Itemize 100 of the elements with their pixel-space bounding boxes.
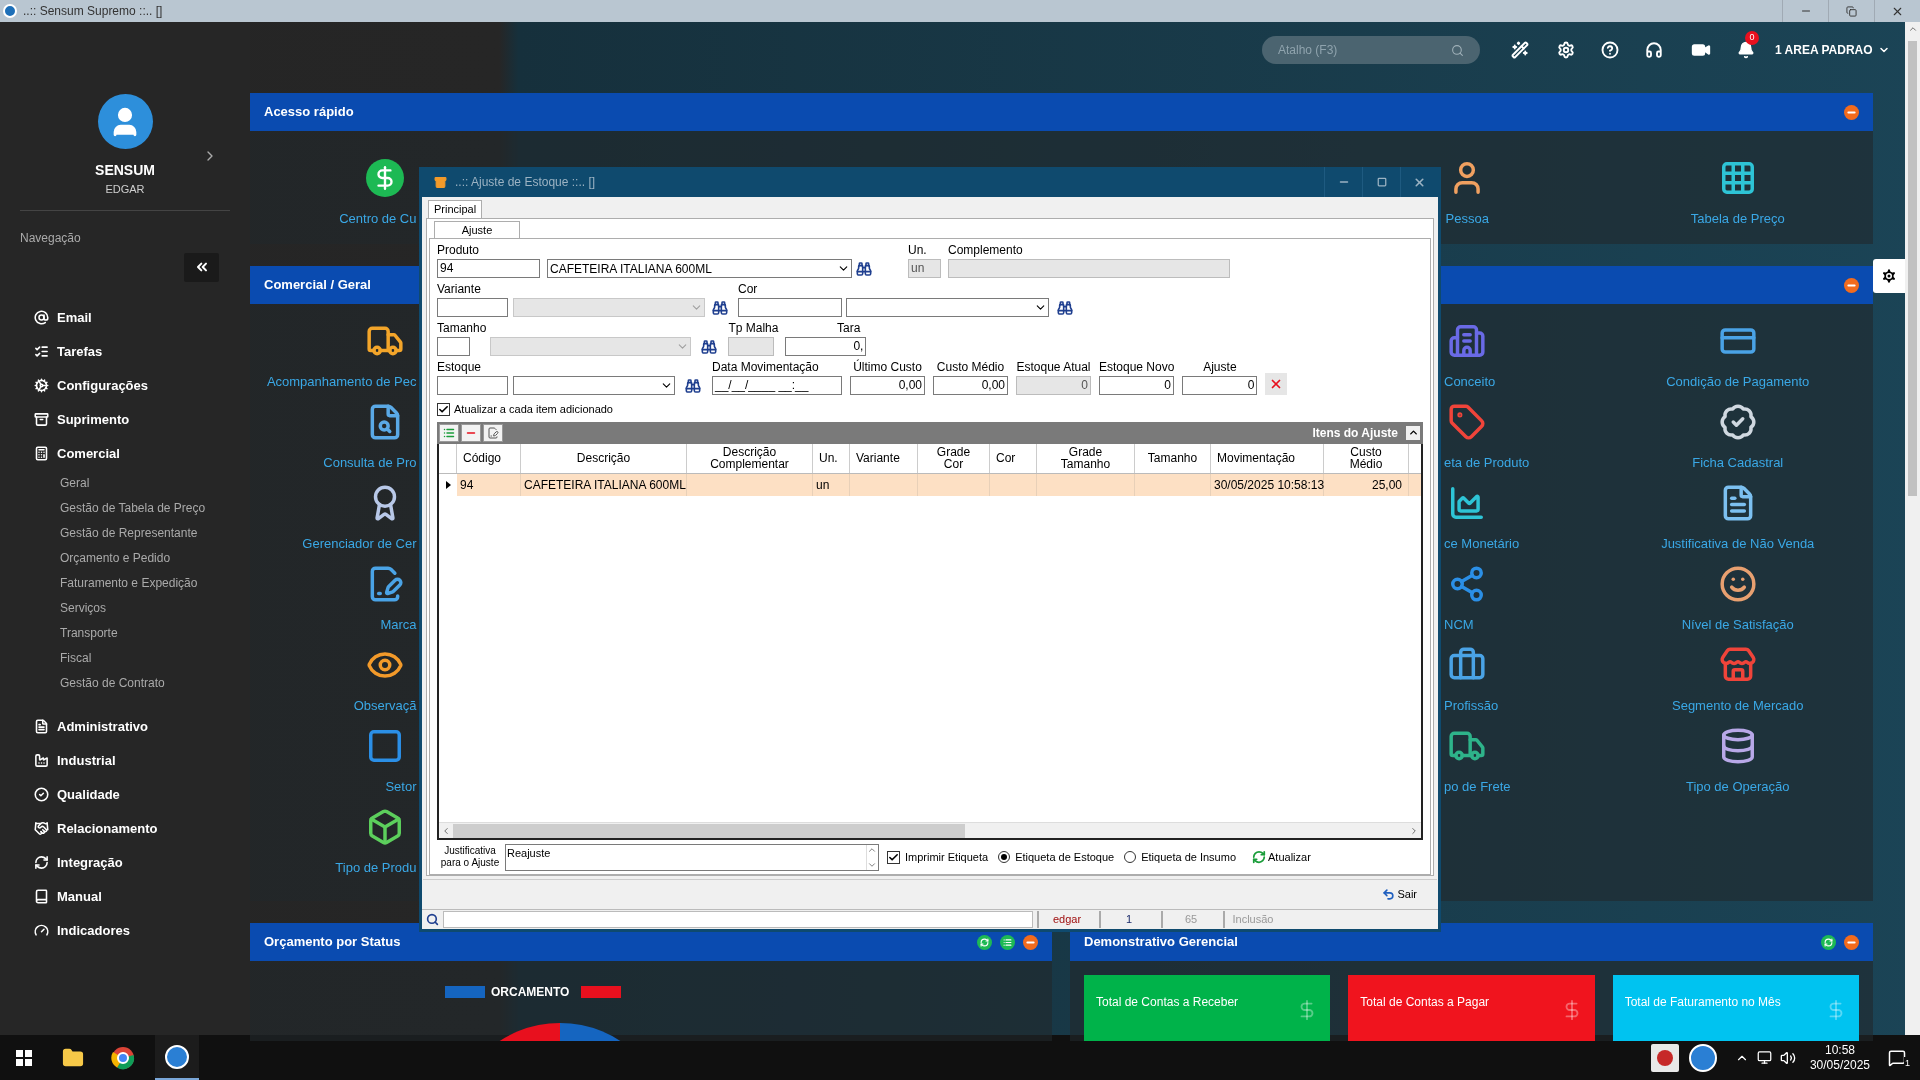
edit-row-button[interactable] <box>483 423 503 442</box>
remove-row-button[interactable] <box>461 423 481 442</box>
text-field[interactable] <box>437 298 508 317</box>
date-field[interactable]: __/__/____ __:__ <box>712 376 842 395</box>
nav-item[interactable]: Email <box>0 300 250 335</box>
browser-icon[interactable] <box>111 1045 135 1070</box>
column-header[interactable]: Grade Tamanho <box>1037 443 1135 473</box>
windows-start-icon[interactable] <box>16 1049 32 1066</box>
column-header[interactable]: Custo Médio <box>1324 443 1409 473</box>
notifications-icon[interactable] <box>1888 1048 1906 1067</box>
clear-button[interactable] <box>1265 373 1288 395</box>
grid-row[interactable]: 94 CAFETEIRA ITALIANA 600ML un 30/05/2025 10:58:13 25,00 <box>439 473 1421 496</box>
tile-label[interactable]: Pessoa <box>1445 209 1489 229</box>
refresh-button[interactable]: Atualizar <box>1252 848 1311 866</box>
list-button[interactable] <box>1000 934 1015 950</box>
nav-item[interactable]: Industrial <box>0 743 250 778</box>
dropdown-field[interactable]: CAFETEIRA ITALIANA 600ML <box>547 259 852 278</box>
tray-app-icon[interactable] <box>1688 1043 1717 1072</box>
search-icon[interactable] <box>701 339 718 355</box>
checkbox[interactable] <box>437 402 450 416</box>
volume-icon[interactable] <box>1779 1049 1796 1066</box>
search-icon[interactable] <box>1057 300 1073 316</box>
nav-item[interactable]: Suprimento <box>0 402 250 437</box>
bell-icon[interactable] <box>1737 41 1755 59</box>
magic-wand-icon[interactable] <box>1511 41 1529 59</box>
help-icon[interactable] <box>1601 41 1619 59</box>
column-header[interactable]: Movimentação <box>1211 443 1324 473</box>
column-header[interactable]: Variante <box>850 443 918 473</box>
checkbox[interactable] <box>887 850 900 864</box>
nav-item[interactable]: Qualidade <box>0 777 250 812</box>
nav-subitem[interactable]: Gestão de Tabela de Preço <box>60 495 210 521</box>
tile-label[interactable]: Tipo de Operação <box>1685 777 1790 797</box>
radio-button[interactable] <box>1124 851 1137 863</box>
text-field[interactable]: 0 <box>1182 376 1258 395</box>
app-taskbar-button[interactable] <box>155 1035 199 1080</box>
tray-app-icon[interactable] <box>1650 1043 1679 1072</box>
folder-icon[interactable] <box>62 1046 84 1069</box>
text-field[interactable]: 0,00 <box>933 376 1008 395</box>
nav-subitem[interactable]: Transporte <box>60 620 210 646</box>
text-field[interactable]: 0,00 <box>850 376 925 395</box>
collapse-button[interactable] <box>1844 104 1859 120</box>
search-icon[interactable] <box>685 378 701 394</box>
scrollbar[interactable] <box>1905 22 1920 1035</box>
nav-subitem[interactable]: Gestão de Contrato <box>60 670 210 696</box>
tile-label[interactable]: Condição de Pagamento <box>1666 372 1810 392</box>
exit-button[interactable]: Sair <box>1382 886 1417 903</box>
column-header[interactable]: Descrição <box>521 443 687 473</box>
add-row-button[interactable] <box>439 423 459 442</box>
column-header[interactable]: Código <box>457 443 521 473</box>
nav-subitem[interactable]: Gestão de Representante <box>60 520 210 546</box>
clock-date[interactable]: 30/05/2025 <box>1809 1057 1870 1073</box>
nav-item[interactable]: Integração <box>0 845 250 880</box>
text-field[interactable] <box>437 337 470 356</box>
tile-label[interactable]: Segmento de Mercado <box>1672 696 1804 716</box>
nav-item[interactable]: Configurações <box>0 368 250 403</box>
justification-field[interactable]: Reajuste <box>505 843 879 871</box>
text-field[interactable] <box>437 376 508 395</box>
tile-label[interactable]: Tabela de Preço <box>1690 209 1785 229</box>
clock-time[interactable]: 10:58 <box>1824 1042 1855 1058</box>
settings-icon[interactable] <box>1557 41 1575 59</box>
nav-item[interactable]: Administrativo <box>0 709 250 744</box>
product-code-field[interactable]: 94 <box>437 259 540 278</box>
headset-icon[interactable] <box>1645 41 1663 59</box>
collapse-button[interactable] <box>1844 934 1859 950</box>
nav-subitem[interactable]: Faturamento e Expedição <box>60 570 210 596</box>
collapse-sidebar-button[interactable] <box>184 252 219 282</box>
dropdown-field[interactable] <box>846 298 1049 317</box>
nav-item[interactable]: Manual <box>0 879 250 914</box>
tile-label[interactable]: Justificativa de Não Venda <box>1661 534 1815 554</box>
collapse-grid-button[interactable] <box>1406 425 1420 440</box>
text-field[interactable]: 0 <box>1099 376 1174 395</box>
nav-item[interactable]: Tarefas <box>0 334 250 369</box>
nav-item[interactable]: Comercial <box>0 436 250 471</box>
nav-subitem[interactable]: Geral <box>60 470 210 496</box>
text-field[interactable]: 0, <box>785 337 867 356</box>
column-header[interactable]: Tamanho <box>1135 443 1211 473</box>
search-icon[interactable] <box>712 300 728 316</box>
nav-subitem[interactable]: Orçamento e Pedido <box>60 545 210 571</box>
dropdown-field[interactable] <box>513 376 675 395</box>
summary-card[interactable]: Total de Contas a Pagar <box>1348 975 1595 1041</box>
tab[interactable]: Ajuste <box>434 221 520 238</box>
search-icon[interactable] <box>856 261 872 277</box>
column-header[interactable]: Grade Cor <box>918 443 990 473</box>
area-dropdown[interactable]: 1 AREA PADRAO <box>1775 41 1890 59</box>
collapse-button[interactable] <box>1023 934 1038 950</box>
horizontal-scrollbar[interactable] <box>439 822 1421 838</box>
refresh-button[interactable] <box>977 934 992 950</box>
nav-subitem[interactable]: Fiscal <box>60 645 210 671</box>
nav-item[interactable]: Relacionamento <box>0 811 250 846</box>
column-header[interactable]: Cor <box>990 443 1037 473</box>
column-header[interactable]: Un. <box>813 443 850 473</box>
nav-item[interactable]: Indicadores <box>0 913 250 948</box>
collapse-button[interactable] <box>1844 277 1859 293</box>
network-icon[interactable] <box>1756 1050 1772 1065</box>
nav-subitem[interactable]: Serviços <box>60 595 210 621</box>
column-header[interactable]: Descrição Complementar <box>687 443 813 473</box>
tile-label[interactable]: Ficha Cadastral <box>1692 453 1784 473</box>
radio-button[interactable] <box>998 851 1011 863</box>
text-field[interactable] <box>738 298 842 317</box>
scrollbar-thumb[interactable] <box>1908 41 1917 496</box>
